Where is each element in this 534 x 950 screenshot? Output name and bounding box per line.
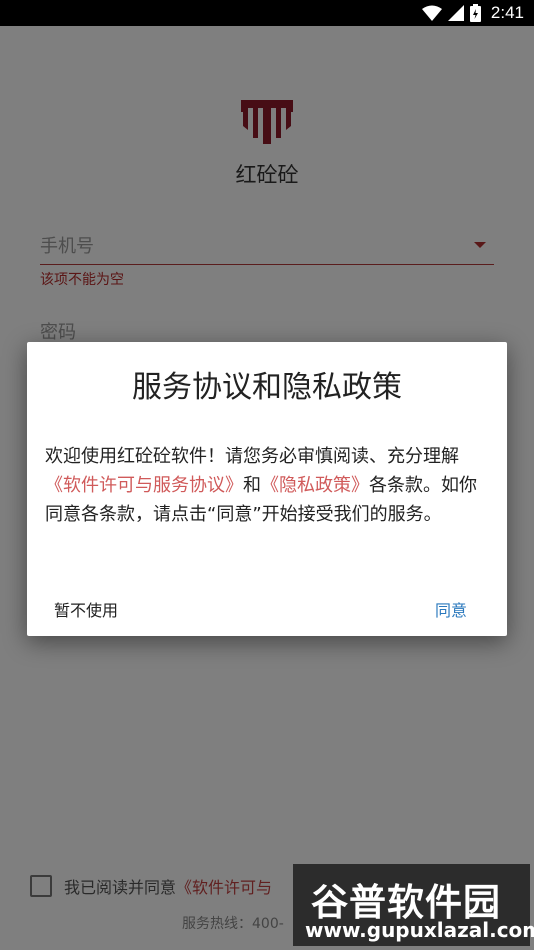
- dialog-message: 欢迎使用红砼砼软件！请您务必审慎阅读、充分理解《软件许可与服务协议》和《隐私政策…: [45, 442, 491, 529]
- status-bar: 2:41: [0, 0, 534, 26]
- wifi-icon: [421, 5, 442, 21]
- decline-button[interactable]: 暂不使用: [54, 597, 118, 621]
- battery-icon: [469, 4, 481, 22]
- signal-icon: [447, 5, 464, 21]
- privacy-policy-link[interactable]: 《隐私政策》: [261, 475, 369, 496]
- watermark-url: www.gupuxlazal.com: [305, 918, 534, 942]
- accept-button[interactable]: 同意: [435, 597, 467, 621]
- dialog-title: 服务协议和隐私政策: [132, 370, 402, 405]
- service-agreement-link[interactable]: 《软件许可与服务协议》: [45, 475, 243, 496]
- status-icons: 2:41: [421, 0, 524, 26]
- privacy-dialog: 服务协议和隐私政策 欢迎使用红砼砼软件！请您务必审慎阅读、充分理解《软件许可与服…: [27, 342, 507, 636]
- dialog-and-text: 和: [243, 475, 261, 496]
- watermark: 谷普软件园 www.gupuxlazal.com: [293, 864, 534, 946]
- dialog-intro-text: 欢迎使用红砼砼软件！请您务必审慎阅读、充分理解: [45, 446, 459, 467]
- status-time: 2:41: [490, 3, 524, 22]
